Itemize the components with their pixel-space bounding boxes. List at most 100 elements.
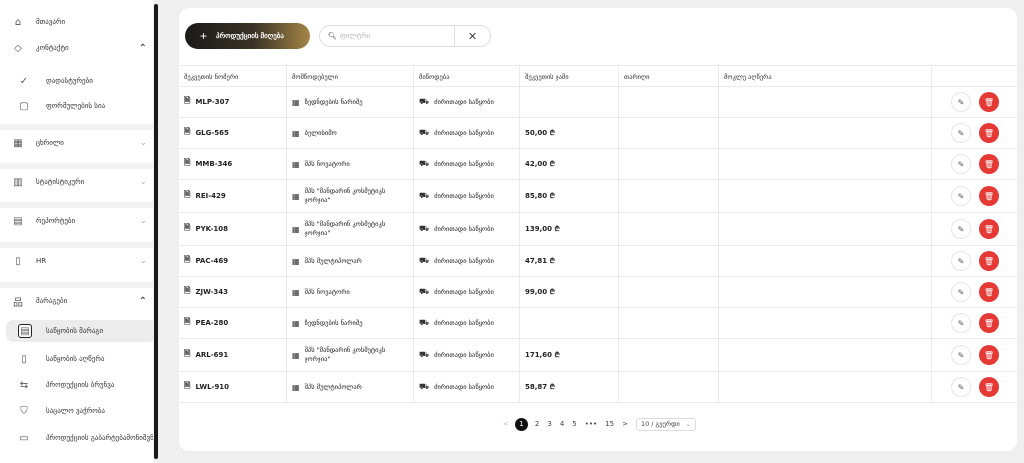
table-row[interactable]: 🗎 LWL-910 ▦ შპს მულტიპოლარ ⛟ ძირითადი საწყობი…	[179, 372, 1017, 403]
file-icon: ▯	[21, 353, 27, 365]
page-button[interactable]: 5	[572, 420, 576, 428]
page-button[interactable]: 1	[514, 417, 528, 431]
warehouse-icon: ⛟	[419, 191, 430, 200]
delete-button[interactable]: 🗑	[979, 251, 999, 271]
sidebar-item-contacts[interactable]: ▢ ფორმულების სია	[0, 94, 153, 118]
page-button[interactable]: 15	[605, 420, 614, 428]
delete-button[interactable]: 🗑	[979, 345, 999, 365]
sidebar-item-confirm[interactable]: ✓ დადასტურები	[0, 69, 153, 93]
column-header[interactable]: მომწოდებელი	[287, 66, 414, 87]
building-icon: ▦	[292, 191, 300, 201]
warehouse-cell: ⛟ ძირითადი საწყობი	[414, 149, 520, 179]
page-button[interactable]: 4	[560, 420, 564, 428]
search-icon: 🔍︎	[328, 32, 337, 40]
delete-button[interactable]: 🗑	[979, 377, 999, 397]
date-cell	[619, 339, 719, 371]
chevron-up-icon[interactable]: ⌃	[139, 43, 147, 54]
order-total-cell: 47,81 ₾	[520, 246, 619, 276]
sidebar-item-stats[interactable]: ▥ სტატისტიკური ⌄	[0, 170, 153, 194]
column-header[interactable]: მოკლე აღწერა	[719, 66, 932, 87]
edit-button[interactable]: ✎	[951, 282, 971, 302]
delete-button[interactable]: 🗑	[979, 186, 999, 206]
table-row[interactable]: 🗎 PAC-469 ▦ შპს მულტიპოლარ ⛟ ძირითადი საწყობი…	[179, 246, 1017, 277]
delete-button[interactable]: 🗑	[979, 313, 999, 333]
actions-cell	[932, 87, 1017, 117]
warehouse-cell: ⛟ ძირითადი საწყობი	[414, 339, 520, 371]
sidebar-item-stock-desc[interactable]: ▯ საწყობის აღწერა	[0, 347, 153, 371]
warehouse-name: ძირითადი საწყობი	[434, 160, 494, 168]
document-icon: 🗎	[184, 223, 191, 232]
sidebar-item-home[interactable]: ⌂ მთავარი	[0, 10, 153, 34]
edit-button[interactable]: ✎	[951, 345, 971, 365]
products-table: შეკვეთის ნომერი მომწოდებელი მიწოდება შეკვეთ…	[179, 65, 1017, 403]
edit-button[interactable]: ✎	[951, 154, 971, 174]
document-icon: 🗎	[184, 317, 191, 326]
edit-button[interactable]: ✎	[951, 251, 971, 271]
document-icon: 🗎	[184, 255, 191, 264]
building-icon: ▦	[292, 287, 300, 297]
table-row[interactable]: 🗎 MLP-307 ▦ ზედნდების ნარიშე ⛟ ძირითადი საწყო…	[179, 87, 1017, 118]
add-product-button[interactable]: + პროდუქციის მიღება	[185, 23, 310, 49]
edit-button[interactable]: ✎	[951, 92, 971, 112]
edit-button[interactable]: ✎	[951, 186, 971, 206]
chevron-up-icon[interactable]: ⌃	[139, 296, 147, 307]
prev-page-button[interactable]: <	[503, 420, 509, 428]
table-row[interactable]: 🗎 PYK-108 ▦ შპს "მანდარინ კოსმეტიკს ჯორჯია"…	[179, 213, 1017, 246]
table-row[interactable]: 🗎 ARL-691 ▦ შპს "მანდარინ კოსმეტიკს ჯორჯია"…	[179, 339, 1017, 372]
sidebar-item-hr[interactable]: ▯ HR ⌄	[0, 249, 153, 273]
page-size-select[interactable]: 10 / გვერდი ⌄	[635, 417, 696, 431]
next-page-button[interactable]: >	[622, 420, 628, 428]
page-button[interactable]: 2	[535, 420, 539, 428]
search-input[interactable]	[339, 32, 455, 40]
table-row[interactable]: 🗎 ZJW-343 ▦ შპს ნოვატორი ⛟ ძირითადი საწყობი 99…	[179, 277, 1017, 308]
actions-cell	[932, 277, 1017, 307]
column-header[interactable]: შეკვეთის ჯამი	[520, 66, 619, 87]
table-row[interactable]: 🗎 GLG-565 ▦ ბელისიმო ⛟ ძირითადი საწყობი 50,00 …	[179, 118, 1017, 149]
delete-button[interactable]: 🗑	[979, 282, 999, 302]
date-cell	[619, 180, 719, 212]
warehouse-name: ძირითადი საწყობი	[434, 351, 494, 359]
edit-button[interactable]: ✎	[951, 313, 971, 333]
order-number-cell: 🗎 ARL-691	[179, 339, 287, 371]
table-row[interactable]: 🗎 REI-429 ▦ შპს "მანდარინ კოსმეტიკს ჯორჯია"…	[179, 180, 1017, 213]
pagination-ellipsis[interactable]: •••	[585, 420, 597, 428]
order-total-cell: 99,00 ₾	[520, 277, 619, 307]
delete-button[interactable]: 🗑	[979, 219, 999, 239]
sidebar-scrollbar[interactable]	[154, 4, 158, 459]
sidebar-item-tags[interactable]: ◇ კონტაქტი ⌃	[0, 36, 153, 60]
sidebar-item-transfer[interactable]: ⇆ პროდუქციის ბრუნვა	[0, 373, 153, 397]
table-row[interactable]: 🗎 MMB-346 ▦ შპს ნოვატორი ⛟ ძირითადი საწყობი 42…	[179, 149, 1017, 180]
chevron-down-icon[interactable]: ⌄	[139, 138, 147, 148]
edit-button[interactable]: ✎	[951, 377, 971, 397]
sidebar-item-label: საწყობის აღწერა	[46, 355, 105, 363]
delete-button[interactable]: 🗑	[979, 154, 999, 174]
sidebar-item-stock[interactable]: ▤ საწყობის მარაგი	[6, 320, 153, 342]
chevron-down-icon[interactable]: ⌄	[139, 216, 147, 226]
sidebar-item-warehouse[interactable]: 品 მარაგები ⌃	[0, 289, 153, 313]
column-header[interactable]: თარიღი	[619, 66, 719, 87]
calendar-icon: ▢	[19, 100, 29, 112]
column-header[interactable]: შეკვეთის ნომერი	[179, 66, 287, 87]
warehouse-cell: ⛟ ძირითადი საწყობი	[414, 87, 520, 117]
sidebar-item-disposal[interactable]: ▭ პროდუქციის გაბარტებამონიშვნა	[0, 426, 153, 450]
table-row[interactable]: 🗎 PEA-280 ▦ ზედნდების ნარიშე ⛟ ძირითადი საწყო…	[179, 308, 1017, 339]
warehouse-cell: ⛟ ძირითადი საწყობი	[414, 213, 520, 245]
actions-cell	[932, 180, 1017, 212]
supplier-name: შპს ნოვატორი	[304, 160, 350, 168]
sidebar-divider	[0, 282, 153, 288]
edit-button[interactable]: ✎	[951, 123, 971, 143]
column-header[interactable]: მიწოდება	[414, 66, 520, 87]
supplier-name: ზედნდების ნარიშე	[304, 98, 363, 106]
clear-search-button[interactable]: ✕	[454, 26, 490, 46]
sidebar-item-cart[interactable]: ⛉ საცალო ვაჭრობა	[0, 399, 153, 423]
delete-button[interactable]: 🗑	[979, 92, 999, 112]
order-number: ZJW-343	[195, 288, 229, 296]
sidebar-item-reports[interactable]: ▤ რეპორტები ⌄	[0, 209, 153, 233]
delete-button[interactable]: 🗑	[979, 123, 999, 143]
page-button[interactable]: 3	[547, 420, 551, 428]
sidebar-item-catalog[interactable]: ▦ ცხრილი ⌄	[0, 131, 153, 155]
building-icon: ▦	[292, 350, 300, 360]
chevron-down-icon[interactable]: ⌄	[139, 177, 147, 187]
edit-button[interactable]: ✎	[951, 219, 971, 239]
chevron-down-icon[interactable]: ⌄	[139, 256, 147, 266]
